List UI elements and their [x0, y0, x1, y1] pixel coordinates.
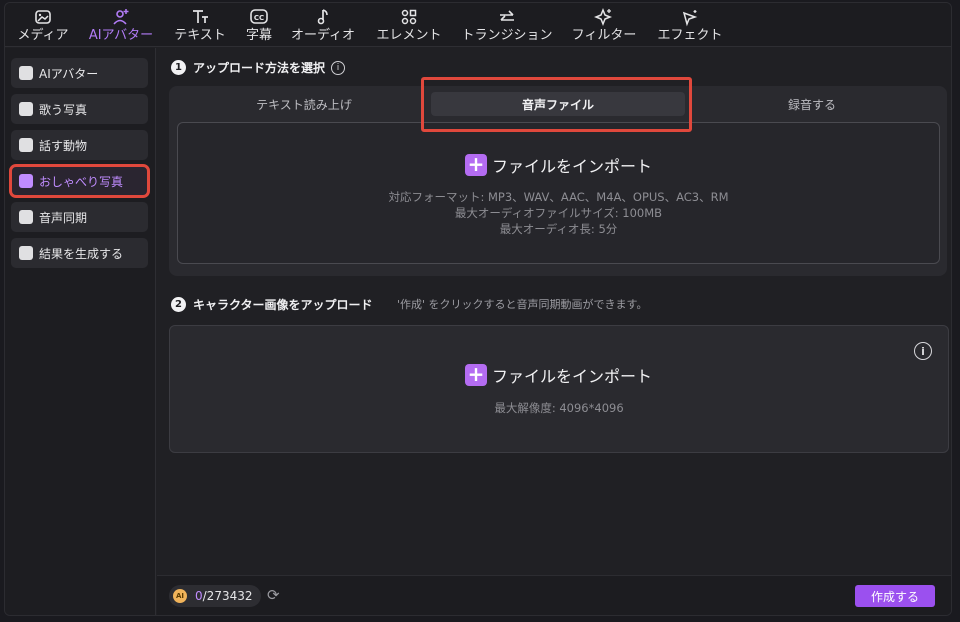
- media-icon: [35, 10, 51, 24]
- app-window: メディア AIアバター テキスト CC 字幕 オーディオ エレメント トランジシ…: [4, 2, 952, 616]
- toolbar-label: トランジション: [461, 28, 553, 43]
- toolbar-label: エフェクト: [657, 28, 723, 43]
- tab-record[interactable]: 録音する: [685, 92, 939, 116]
- toolbar-label: 字幕: [245, 28, 272, 43]
- step2-title: 2 キャラクター画像をアップロード: [171, 296, 373, 313]
- max-audio-length: 最大オーディオ長: 5分: [499, 222, 618, 236]
- image-drop-zone[interactable]: i + ファイルをインポート 最大解像度: 4096*4096: [169, 325, 949, 453]
- sidebar: AIアバター 歌う写真 話す動物 おしゃべり写真 音声同期 結果を生成する: [5, 48, 156, 615]
- toolbar-audio[interactable]: オーディオ: [289, 5, 357, 45]
- avatar-icon: [19, 66, 33, 80]
- singing-photo-icon: [19, 102, 33, 116]
- sidebar-highlight-placeholder: [9, 165, 148, 197]
- supported-formats: 対応フォーマット: MP3、WAV、AAC、M4A、OPUS、AC3、RM: [388, 190, 729, 204]
- audio-drop-zone[interactable]: + ファイルをインポート 対応フォーマット: MP3、WAV、AAC、M4A、O…: [177, 122, 940, 264]
- import-label: ファイルをインポート: [492, 157, 653, 176]
- folder-icon: [19, 246, 33, 260]
- caption-icon: CC: [250, 9, 268, 24]
- transition-icon: [500, 10, 514, 21]
- sidebar-item-talking-animal[interactable]: 話す動物: [11, 130, 148, 160]
- toolbar-label: AIアバター: [88, 28, 154, 43]
- step-title-text: アップロード方法を選択: [193, 61, 326, 75]
- toolbar-text[interactable]: テキスト: [171, 5, 229, 45]
- toolbar-label: テキスト: [174, 28, 226, 43]
- effect-icon: [682, 10, 698, 27]
- sidebar-item-singing-photo[interactable]: 歌う写真: [11, 94, 148, 124]
- toolbar-element[interactable]: エレメント: [373, 5, 445, 45]
- toolbar-transition[interactable]: トランジション: [459, 5, 555, 45]
- plus-icon: +: [465, 154, 487, 176]
- info-icon[interactable]: i: [914, 342, 932, 360]
- import-image-button[interactable]: + ファイルをインポート: [465, 363, 652, 387]
- credit-counter: AI 0 /273432: [169, 585, 261, 607]
- toolbar-ai-avatar[interactable]: AIアバター: [85, 5, 157, 45]
- step-title-text: キャラクター画像をアップロード: [193, 298, 373, 312]
- text-icon: [193, 10, 208, 23]
- toolbar-filter[interactable]: フィルター: [569, 5, 639, 45]
- element-icon: [401, 9, 417, 25]
- sidebar-item-label: 結果を生成する: [39, 246, 124, 261]
- sidebar-item-lip-sync[interactable]: 音声同期: [11, 202, 148, 232]
- toolbar-caption[interactable]: CC 字幕: [243, 5, 275, 45]
- toolbar-label: フィルター: [571, 28, 637, 43]
- toolbar-label: エレメント: [376, 28, 442, 43]
- sidebar-item-label: 話す動物: [39, 138, 88, 153]
- toolbar-label: メディア: [17, 28, 69, 43]
- sidebar-item-generate-result[interactable]: 結果を生成する: [11, 238, 148, 268]
- toolbar-effect[interactable]: エフェクト: [655, 5, 725, 45]
- bottom-bar: AI 0 /273432 ⟳ 作成する: [157, 575, 951, 615]
- highlight-box: [421, 77, 692, 132]
- refresh-icon[interactable]: ⟳: [267, 587, 283, 603]
- max-file-size: 最大オーディオファイルサイズ: 100MB: [454, 206, 663, 220]
- create-hint: '作成' をクリックすると音声同期動画ができます。: [397, 298, 648, 311]
- step-number: 1: [171, 60, 186, 75]
- create-button[interactable]: 作成する: [855, 585, 935, 607]
- max-resolution: 最大解像度: 4096*4096: [494, 401, 624, 415]
- top-toolbar: メディア AIアバター テキスト CC 字幕 オーディオ エレメント トランジシ…: [5, 3, 951, 47]
- step-number: 2: [171, 297, 186, 312]
- credit-total: /273432: [202, 589, 253, 603]
- svg-text:CC: CC: [254, 14, 264, 22]
- coin-icon: AI: [173, 589, 187, 603]
- step1-title: 1 アップロード方法を選択 i: [171, 59, 346, 76]
- sidebar-item-label: AIアバター: [39, 66, 99, 81]
- sidebar-item-ai-avatar[interactable]: AIアバター: [11, 58, 148, 88]
- toolbar-label: オーディオ: [290, 28, 356, 43]
- sidebar-item-label: 歌う写真: [39, 102, 88, 117]
- import-audio-button[interactable]: + ファイルをインポート: [465, 153, 652, 177]
- sidebar-item-label: 音声同期: [39, 210, 88, 225]
- music-note-icon: [317, 9, 328, 25]
- tab-text-to-speech[interactable]: テキスト読み上げ: [177, 92, 431, 116]
- animal-icon: [19, 138, 33, 152]
- lip-sync-icon: [19, 210, 33, 224]
- import-label: ファイルをインポート: [492, 367, 653, 386]
- info-icon[interactable]: i: [331, 60, 346, 75]
- avatar-icon: [113, 9, 129, 25]
- main-panel: 1 アップロード方法を選択 i テキスト読み上げ 音声ファイル 録音する + フ…: [157, 48, 951, 615]
- toolbar-media[interactable]: メディア: [15, 5, 71, 45]
- plus-icon: +: [465, 364, 487, 386]
- credit-used: 0: [195, 589, 203, 603]
- filter-icon: [594, 7, 613, 27]
